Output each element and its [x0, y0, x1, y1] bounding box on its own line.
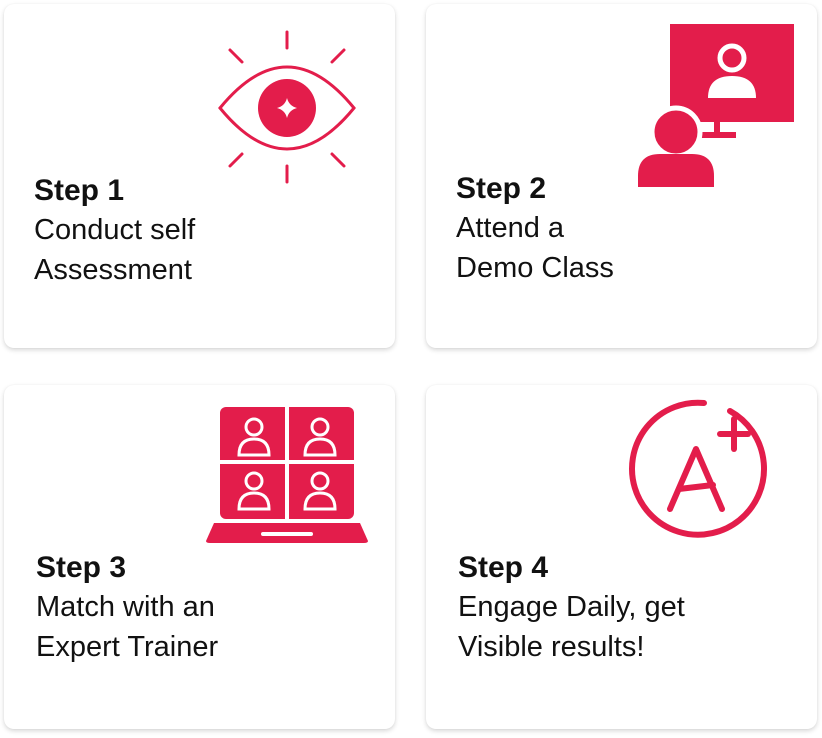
step-1-line-2: Assessment	[34, 254, 192, 286]
online-presentation-icon	[634, 24, 799, 199]
step-2-line-1: Attend a	[456, 212, 565, 244]
step-4-title: Step 4	[458, 551, 549, 584]
video-call-laptop-icon	[204, 405, 379, 550]
step-3-title: Step 3	[36, 551, 127, 584]
a-plus-grade-icon	[626, 391, 786, 556]
step-4-text: Step 4 Engage Daily, get Visible results…	[458, 549, 685, 667]
step-1-title: Step 1	[34, 174, 125, 207]
eye-icon	[214, 26, 360, 191]
step-card-3: Step 3 Match with an Expert Trainer	[4, 385, 395, 729]
step-4-line-1: Engage Daily, get	[458, 591, 685, 623]
step-3-line-2: Expert Trainer	[36, 631, 219, 663]
step-2-title: Step 2	[456, 172, 547, 205]
step-1-text: Step 1 Conduct self Assessment	[34, 172, 195, 290]
step-card-2: Step 2 Attend a Demo Class	[426, 4, 817, 348]
step-card-1: Step 1 Conduct self Assessment	[4, 4, 395, 348]
step-3-text: Step 3 Match with an Expert Trainer	[36, 549, 218, 667]
step-card-4: Step 4 Engage Daily, get Visible results…	[426, 385, 817, 729]
step-2-text: Step 2 Attend a Demo Class	[456, 170, 614, 288]
step-1-line-1: Conduct self	[34, 214, 196, 246]
step-3-line-1: Match with an	[36, 591, 215, 623]
step-4-line-2: Visible results!	[458, 631, 645, 663]
step-2-line-2: Demo Class	[456, 252, 614, 284]
